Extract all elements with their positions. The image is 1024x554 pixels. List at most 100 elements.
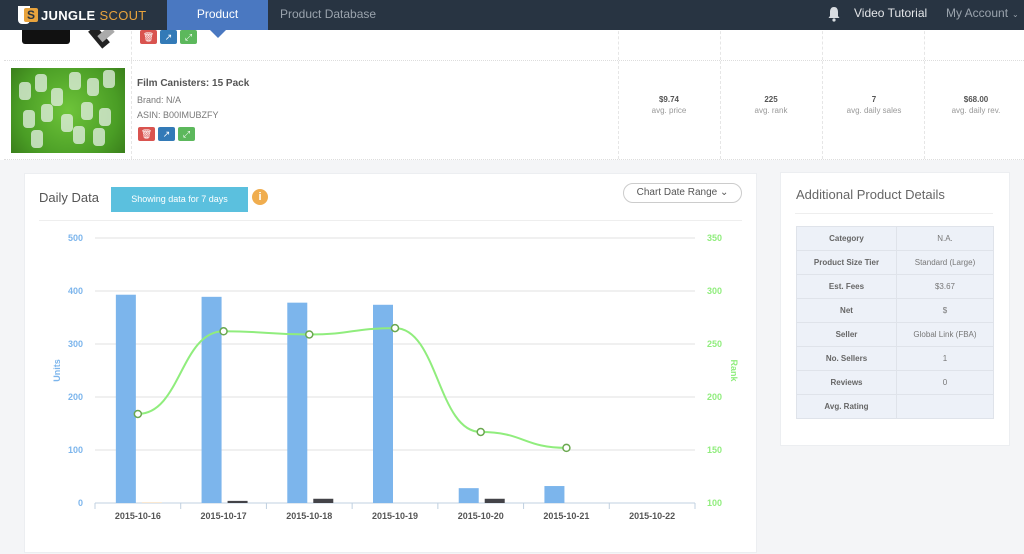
stat-label: avg. daily rev. (951, 106, 1001, 115)
stat-value: $9.74 (658, 95, 680, 104)
tab-product-tracker[interactable]: Product Tracker (167, 0, 268, 49)
delete-button[interactable]: 🗑 (140, 30, 157, 44)
details-row-est-fees: Est. Fees $3.67 (796, 274, 994, 299)
stat-label: avg. rank (754, 106, 788, 115)
rank-point (562, 443, 571, 453)
details-value: $3.67 (896, 274, 994, 299)
rank-point (219, 327, 228, 336)
details-value: 0 (896, 370, 994, 395)
y-tick-label-right: 250 (707, 339, 722, 349)
stat-avg-rank: 225 avg. rank (721, 95, 821, 115)
details-key: Seller (796, 322, 897, 347)
y-axis-title-left: Units (52, 359, 62, 382)
details-key: Avg. Rating (796, 394, 897, 419)
stat-value: 7 (871, 95, 877, 104)
x-tick-label: 2015-10-21 (543, 511, 589, 521)
stat-avg-price: $9.74 avg. price (619, 95, 719, 115)
bar-units (458, 488, 479, 503)
details-table: Category N.A. Product Size Tier Standard (… (796, 226, 994, 419)
chart-date-range-button[interactable]: Chart Date Range ⌄ (623, 183, 742, 203)
y-tick-label-left: 0 (78, 498, 83, 508)
x-tick-label: 2015-10-16 (115, 511, 161, 521)
divider (795, 213, 993, 214)
open-link-button[interactable]: ↗ (158, 127, 175, 141)
stat-value: $68.00 (963, 95, 989, 104)
y-tick-label-left: 300 (68, 339, 83, 349)
stat-label: avg. price (651, 106, 687, 115)
y-tick-label-left: 500 (68, 233, 83, 243)
details-key: Reviews (796, 370, 897, 395)
daily-data-panel: Daily Data Showing data for 7 days i Cha… (24, 173, 757, 553)
stat-label: avg. daily sales (846, 106, 902, 115)
tab-product-database[interactable]: Product Database (270, 0, 386, 30)
bar-units (373, 304, 393, 503)
stat-value: 225 (764, 95, 778, 104)
info-icon[interactable]: i (252, 189, 268, 205)
video-tutorial-link[interactable]: Video Tutorial (854, 0, 927, 26)
bar-units (287, 302, 308, 503)
days-shown-badge: Showing data for 7 days (111, 187, 248, 212)
external-link-icon: ↗ (162, 129, 171, 139)
logo[interactable]: S JUNGLE SCOUT (18, 5, 147, 25)
additional-details-panel: Additional Product Details Category N.A. … (780, 172, 1010, 446)
logo-mark-icon: S (18, 6, 38, 24)
details-key: Est. Fees (796, 274, 897, 299)
expand-button[interactable]: ⤢ (178, 127, 195, 141)
trash-icon: 🗑 (142, 32, 155, 42)
rank-point (476, 427, 485, 437)
y-tick-label-left: 200 (68, 392, 83, 402)
details-key: Net (796, 298, 897, 323)
y-tick-label-right: 150 (707, 445, 722, 455)
x-tick-label: 2015-10-17 (201, 511, 247, 521)
details-value: Global Link (FBA) (896, 322, 994, 347)
bell-icon[interactable] (826, 6, 842, 22)
bar-secondary (141, 502, 162, 503)
details-value: 1 (896, 346, 994, 371)
details-key: No. Sellers (796, 346, 897, 371)
my-account-menu[interactable]: My Account ⌄ (946, 0, 1019, 28)
details-row-size-tier: Product Size Tier Standard (Large) (796, 250, 994, 275)
details-row-category: Category N.A. (796, 226, 994, 251)
details-value: $ (896, 298, 994, 323)
details-row-net: Net $ (796, 298, 994, 323)
y-tick-label-right: 350 (707, 233, 722, 243)
logo-text: JUNGLE (41, 7, 96, 23)
bar-units (201, 296, 222, 503)
y-tick-label-left: 100 (68, 445, 83, 455)
stat-avg-daily-rev: $68.00 avg. daily rev. (926, 95, 1024, 115)
y-tick-label-right: 300 (707, 286, 722, 296)
expand-button[interactable]: ⤢ (180, 30, 197, 44)
y-axis-title-right: Rank (729, 359, 739, 382)
daily-chart: 0 100 200 300 400 500 100 150 200 250 300 350 Units R… (52, 233, 739, 521)
product-actions: 🗑 ↗ ⤢ (138, 127, 195, 141)
product-thumbnail-previous[interactable] (18, 25, 115, 49)
details-row-reviews: Reviews 0 (796, 370, 994, 395)
open-link-button[interactable]: ↗ (160, 30, 177, 44)
bar-secondary (227, 500, 248, 503)
bar-units (544, 486, 565, 503)
rank-point (390, 323, 400, 333)
panel-title: Daily Data (39, 190, 99, 205)
rank-point (305, 330, 314, 339)
product-thumbnail[interactable] (11, 68, 125, 153)
trash-icon: 🗑 (140, 129, 153, 139)
product-actions-previous: 🗑 ↗ ⤢ (140, 30, 197, 44)
product-brand: Brand: N/A (137, 95, 182, 105)
details-value (896, 394, 994, 419)
expand-icon: ⤢ (182, 129, 191, 139)
product-info: Film Canisters: 15 Pack Brand: N/A ASIN:… (137, 78, 249, 120)
product-title[interactable]: Film Canisters: 15 Pack (137, 78, 249, 89)
y-tick-label-right: 100 (707, 498, 722, 508)
bar-secondary (313, 498, 334, 503)
details-key: Category (796, 226, 897, 251)
delete-button[interactable]: 🗑 (138, 127, 155, 141)
x-tick-label: 2015-10-22 (629, 511, 675, 521)
product-asin: ASIN: B00IMUBZFY (137, 110, 219, 120)
y-tick-label-left: 400 (68, 286, 83, 296)
details-row-no-sellers: No. Sellers 1 (796, 346, 994, 371)
x-tick-label: 2015-10-19 (372, 511, 418, 521)
x-tick-label: 2015-10-20 (458, 511, 504, 521)
external-link-icon: ↗ (164, 32, 173, 42)
details-value: N.A. (896, 226, 994, 251)
details-value: Standard (Large) (896, 250, 994, 275)
